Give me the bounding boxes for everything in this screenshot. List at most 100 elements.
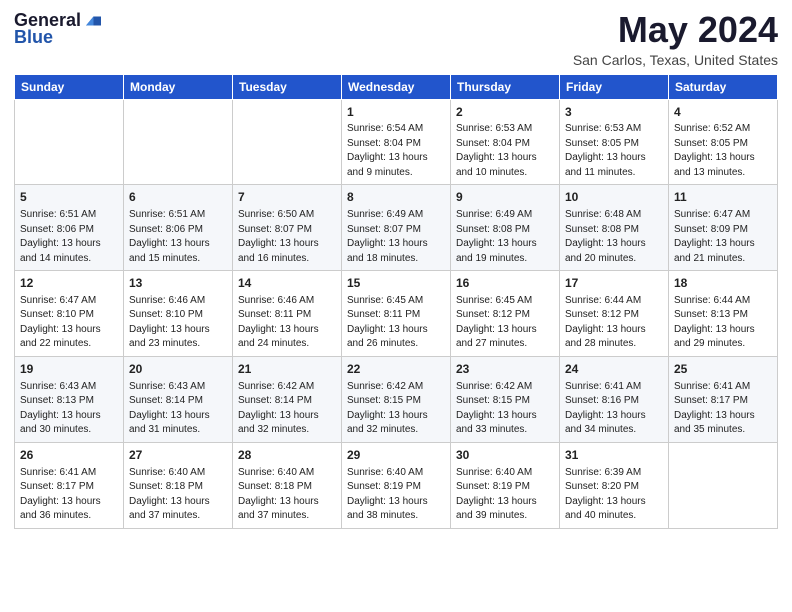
calendar-cell [669,442,778,528]
calendar-cell: 19 Sunrise: 6:43 AMSunset: 8:13 PMDayligh… [15,356,124,442]
calendar-cell: 9Sunrise: 6:49 AMSunset: 8:08 PMDaylight… [451,185,560,271]
day-number: 30 [456,447,554,464]
calendar-cell: 10 Sunrise: 6:48 AMSunset: 8:08 PMDayligh… [560,185,669,271]
calendar-cell: 23Sunrise: 6:42 AMSunset: 8:15 PMDayligh… [451,356,560,442]
day-number: 1 [347,104,445,121]
day-number: 10 [565,189,663,206]
calendar-cell [233,99,342,185]
day-info: Sunrise: 6:43 AMSunset: 8:14 PMDaylight:… [129,381,210,436]
day-number: 29 [347,447,445,464]
day-info: Sunrise: 6:42 AMSunset: 8:15 PMDaylight:… [347,381,428,436]
day-number: 11 [674,189,772,206]
day-info: Sunrise: 6:42 AMSunset: 8:14 PMDaylight:… [238,381,319,436]
day-number: 22 [347,361,445,378]
day-info: Sunrise: 6:41 AMSunset: 8:17 PMDaylight:… [674,381,755,436]
day-info: Sunrise: 6:49 AMSunset: 8:07 PMDaylight:… [347,209,428,264]
header: General Blue May 2024 San Carlos, Texas,… [14,10,778,68]
week-row-0: 1 Sunrise: 6:54 AMSunset: 8:04 PMDaylight… [15,99,778,185]
calendar-cell: 3 Sunrise: 6:53 AMSunset: 8:05 PMDaylight… [560,99,669,185]
calendar-cell: 15 Sunrise: 6:45 AMSunset: 8:11 PMDayligh… [342,271,451,357]
day-info: Sunrise: 6:47 AMSunset: 8:09 PMDaylight:… [674,209,755,264]
col-wednesday: Wednesday [342,74,451,99]
week-row-4: 26 Sunrise: 6:41 AMSunset: 8:17 PMDayligh… [15,442,778,528]
day-info: Sunrise: 6:48 AMSunset: 8:08 PMDaylight:… [565,209,646,264]
calendar-cell: 14Sunrise: 6:46 AMSunset: 8:11 PMDayligh… [233,271,342,357]
subtitle: San Carlos, Texas, United States [573,52,778,68]
main-title: May 2024 [573,10,778,50]
calendar-cell: 6Sunrise: 6:51 AMSunset: 8:06 PMDaylight… [124,185,233,271]
calendar-cell [124,99,233,185]
day-number: 17 [565,275,663,292]
calendar-cell: 16 Sunrise: 6:45 AMSunset: 8:12 PMDayligh… [451,271,560,357]
calendar-cell: 17 Sunrise: 6:44 AMSunset: 8:12 PMDayligh… [560,271,669,357]
day-info: Sunrise: 6:46 AMSunset: 8:11 PMDaylight:… [238,295,319,350]
day-number: 20 [129,361,227,378]
calendar-cell: 28Sunrise: 6:40 AMSunset: 8:18 PMDayligh… [233,442,342,528]
calendar-cell: 11 Sunrise: 6:47 AMSunset: 8:09 PMDayligh… [669,185,778,271]
calendar-cell: 1 Sunrise: 6:54 AMSunset: 8:04 PMDaylight… [342,99,451,185]
day-info: Sunrise: 6:41 AMSunset: 8:17 PMDaylight:… [20,467,101,522]
day-number: 27 [129,447,227,464]
calendar-cell: 24 Sunrise: 6:41 AMSunset: 8:16 PMDayligh… [560,356,669,442]
calendar-cell: 12 Sunrise: 6:47 AMSunset: 8:10 PMDayligh… [15,271,124,357]
header-row: Sunday Monday Tuesday Wednesday Thursday… [15,74,778,99]
day-info: Sunrise: 6:40 AMSunset: 8:19 PMDaylight:… [347,467,428,522]
week-row-2: 12 Sunrise: 6:47 AMSunset: 8:10 PMDayligh… [15,271,778,357]
calendar-cell: 20 Sunrise: 6:43 AMSunset: 8:14 PMDayligh… [124,356,233,442]
day-info: Sunrise: 6:44 AMSunset: 8:12 PMDaylight:… [565,295,646,350]
day-number: 3 [565,104,663,121]
calendar-cell: 5 Sunrise: 6:51 AMSunset: 8:06 PMDaylight… [15,185,124,271]
day-info: Sunrise: 6:42 AMSunset: 8:15 PMDaylight:… [456,381,537,436]
day-number: 5 [20,189,118,206]
calendar-cell: 13Sunrise: 6:46 AMSunset: 8:10 PMDayligh… [124,271,233,357]
calendar-cell: 26 Sunrise: 6:41 AMSunset: 8:17 PMDayligh… [15,442,124,528]
calendar-cell: 8 Sunrise: 6:49 AMSunset: 8:07 PMDaylight… [342,185,451,271]
day-number: 6 [129,189,227,206]
logo-blue: Blue [14,27,53,48]
calendar-cell: 31Sunrise: 6:39 AMSunset: 8:20 PMDayligh… [560,442,669,528]
week-row-3: 19 Sunrise: 6:43 AMSunset: 8:13 PMDayligh… [15,356,778,442]
col-monday: Monday [124,74,233,99]
day-number: 28 [238,447,336,464]
day-info: Sunrise: 6:40 AMSunset: 8:19 PMDaylight:… [456,467,537,522]
page: General Blue May 2024 San Carlos, Texas,… [0,0,792,612]
day-info: Sunrise: 6:41 AMSunset: 8:16 PMDaylight:… [565,381,646,436]
calendar-cell: 29 Sunrise: 6:40 AMSunset: 8:19 PMDayligh… [342,442,451,528]
calendar-table: Sunday Monday Tuesday Wednesday Thursday… [14,74,778,529]
day-number: 8 [347,189,445,206]
calendar-cell: 7Sunrise: 6:50 AMSunset: 8:07 PMDaylight… [233,185,342,271]
day-info: Sunrise: 6:39 AMSunset: 8:20 PMDaylight:… [565,467,646,522]
day-number: 19 [20,361,118,378]
col-saturday: Saturday [669,74,778,99]
calendar-cell: 2Sunrise: 6:53 AMSunset: 8:04 PMDaylight… [451,99,560,185]
col-thursday: Thursday [451,74,560,99]
calendar-cell: 27Sunrise: 6:40 AMSunset: 8:18 PMDayligh… [124,442,233,528]
day-number: 2 [456,104,554,121]
day-number: 16 [456,275,554,292]
calendar-cell: 4 Sunrise: 6:52 AMSunset: 8:05 PMDaylight… [669,99,778,185]
day-number: 24 [565,361,663,378]
day-info: Sunrise: 6:51 AMSunset: 8:06 PMDaylight:… [20,209,101,264]
calendar-cell: 22 Sunrise: 6:42 AMSunset: 8:15 PMDayligh… [342,356,451,442]
day-number: 25 [674,361,772,378]
day-info: Sunrise: 6:44 AMSunset: 8:13 PMDaylight:… [674,295,755,350]
day-info: Sunrise: 6:47 AMSunset: 8:10 PMDaylight:… [20,295,101,350]
day-number: 18 [674,275,772,292]
day-number: 21 [238,361,336,378]
day-info: Sunrise: 6:45 AMSunset: 8:12 PMDaylight:… [456,295,537,350]
day-number: 26 [20,447,118,464]
day-number: 4 [674,104,772,121]
col-friday: Friday [560,74,669,99]
day-info: Sunrise: 6:43 AMSunset: 8:13 PMDaylight:… [20,381,101,436]
day-number: 15 [347,275,445,292]
day-info: Sunrise: 6:54 AMSunset: 8:04 PMDaylight:… [347,123,428,178]
day-info: Sunrise: 6:53 AMSunset: 8:05 PMDaylight:… [565,123,646,178]
day-info: Sunrise: 6:45 AMSunset: 8:11 PMDaylight:… [347,295,428,350]
day-number: 13 [129,275,227,292]
day-number: 12 [20,275,118,292]
title-section: May 2024 San Carlos, Texas, United State… [573,10,778,68]
day-info: Sunrise: 6:52 AMSunset: 8:05 PMDaylight:… [674,123,755,178]
day-info: Sunrise: 6:50 AMSunset: 8:07 PMDaylight:… [238,209,319,264]
calendar-cell: 30 Sunrise: 6:40 AMSunset: 8:19 PMDayligh… [451,442,560,528]
col-sunday: Sunday [15,74,124,99]
